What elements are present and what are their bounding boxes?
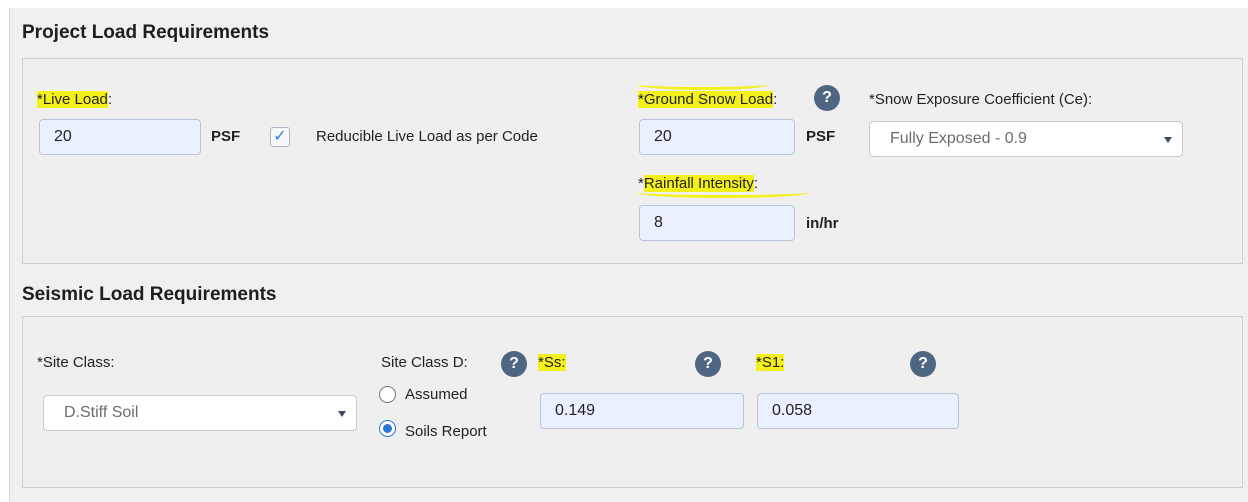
rainfall-input[interactable]: 8 [639,205,795,241]
site-class-select[interactable]: D.Stiff Soil [43,395,357,431]
s1-help-icon[interactable]: ? [910,351,936,377]
ground-snow-label: *Ground Snow Load: [638,91,778,108]
soils-report-radio-label: Soils Report [405,423,487,440]
rainfall-unit: in/hr [806,215,839,232]
snow-exposure-label: *Snow Exposure Coefficient (Ce): [869,91,1093,108]
checkmark-icon: ✓ [273,128,287,145]
assumed-radio[interactable] [379,386,396,403]
form-page: Project Load Requirements *Live Load: 20… [9,8,1248,502]
s1-label: *S1: [756,354,785,371]
project-section-title: Project Load Requirements [22,22,270,43]
seismic-section-title: Seismic Load Requirements [22,284,277,305]
highlight-mark [637,79,769,90]
live-load-input[interactable]: 20 [39,119,201,155]
ss-label: *Ss: [538,354,566,371]
s1-input[interactable]: 0.058 [757,393,959,429]
highlight-mark [637,187,809,198]
chevron-down-icon [338,411,346,417]
site-class-value: D.Stiff Soil [64,404,139,421]
ground-snow-unit: PSF [806,128,836,145]
ground-snow-input[interactable]: 20 [639,119,795,155]
chevron-down-icon [1164,137,1172,143]
reducible-checkbox[interactable]: ✓ [270,127,290,147]
ss-help-icon[interactable]: ? [695,351,721,377]
assumed-radio-label: Assumed [405,386,468,403]
soils-report-radio[interactable] [379,420,396,437]
reducible-label: Reducible Live Load as per Code [316,128,538,145]
site-class-d-label: Site Class D: [381,354,468,371]
snow-exposure-value: Fully Exposed - 0.9 [890,130,1027,147]
project-panel: *Live Load: 20 PSF ✓ Reducible Live Load… [22,58,1243,264]
ss-input[interactable]: 0.149 [540,393,744,429]
seismic-panel: *Site Class: D.Stiff Soil Site Class D: … [22,316,1243,488]
snow-exposure-select[interactable]: Fully Exposed - 0.9 [869,121,1183,157]
site-class-label: *Site Class: [37,354,115,371]
site-class-d-help-icon[interactable]: ? [501,351,527,377]
live-load-unit: PSF [211,128,241,145]
ground-snow-help-icon[interactable]: ? [814,85,840,111]
live-load-label: *Live Load: [37,91,113,108]
